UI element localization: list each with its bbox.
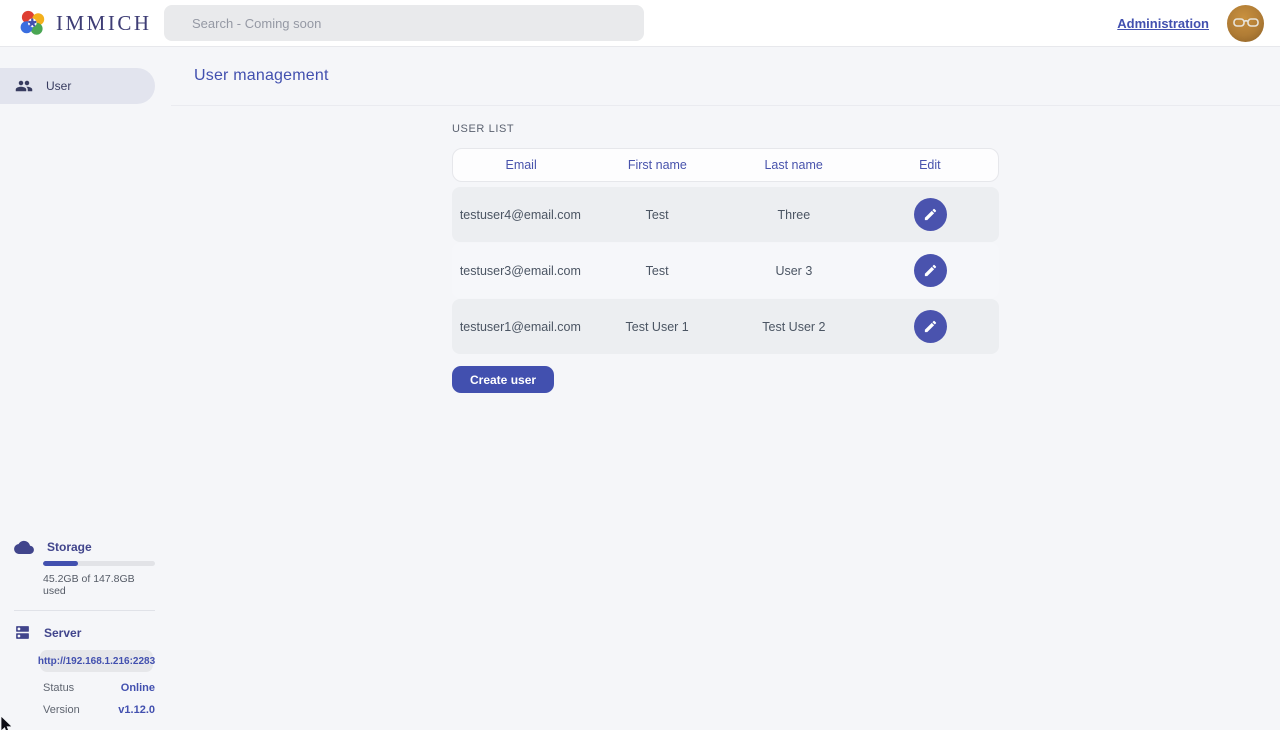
server-section: Server http://192.168.1.216:2283 Status … — [0, 624, 171, 716]
search-input[interactable] — [164, 5, 644, 41]
user-email: testuser1@email.com — [452, 320, 589, 334]
user-first-name: Test User 1 — [589, 320, 726, 334]
user-table-header: Email First name Last name Edit — [452, 148, 999, 182]
storage-title: Storage — [47, 540, 92, 554]
table-row: testuser4@email.com Test Three — [452, 187, 999, 242]
immich-logo[interactable]: IMMICH — [18, 8, 164, 38]
administration-link[interactable]: Administration — [1117, 16, 1209, 31]
user-last-name: Three — [726, 208, 863, 222]
user-email: testuser3@email.com — [452, 264, 589, 278]
user-list-label: USER LIST — [452, 123, 999, 135]
server-url-badge: http://192.168.1.216:2283 — [40, 650, 153, 672]
storage-progress-fill — [43, 561, 78, 566]
brand-name: IMMICH — [56, 11, 152, 36]
users-group-icon — [15, 77, 33, 95]
main-panel: User management USER LIST Email First na… — [171, 47, 1280, 730]
server-status-value: Online — [121, 682, 155, 694]
server-title: Server — [44, 626, 81, 640]
server-version-label: Version — [43, 704, 80, 716]
pencil-icon — [923, 207, 938, 222]
page-title: User management — [194, 67, 329, 85]
edit-user-button[interactable] — [914, 310, 947, 343]
edit-user-button[interactable] — [914, 198, 947, 231]
page-header: User management — [171, 47, 1280, 106]
user-avatar[interactable] — [1227, 5, 1264, 42]
glasses-icon — [1233, 17, 1259, 29]
server-status-label: Status — [43, 682, 74, 694]
cloud-icon — [14, 540, 34, 554]
user-first-name: Test — [589, 264, 726, 278]
edit-user-button[interactable] — [914, 254, 947, 287]
storage-section: Storage 45.2GB of 147.8GB used — [0, 540, 171, 597]
sidebar-divider — [14, 610, 155, 611]
user-last-name: User 3 — [726, 264, 863, 278]
server-version-value: v1.12.0 — [118, 704, 155, 716]
user-first-name: Test — [589, 208, 726, 222]
column-first-name: First name — [589, 158, 725, 172]
top-bar: IMMICH Administration — [0, 0, 1280, 47]
user-email: testuser4@email.com — [452, 208, 589, 222]
user-last-name: Test User 2 — [726, 320, 863, 334]
sidebar-item-user[interactable]: User — [0, 68, 155, 104]
storage-usage-text: 45.2GB of 147.8GB used — [43, 573, 155, 597]
admin-sidebar: User Storage 45.2GB of 147.8GB used — [0, 47, 171, 730]
table-row: testuser1@email.com Test User 1 Test Use… — [452, 299, 999, 354]
table-row: testuser3@email.com Test User 3 — [452, 243, 999, 298]
storage-progress-bar — [43, 561, 155, 566]
sidebar-item-user-label: User — [46, 79, 71, 93]
column-last-name: Last name — [726, 158, 862, 172]
column-edit: Edit — [862, 158, 998, 172]
column-email: Email — [453, 158, 589, 172]
server-icon — [14, 624, 31, 641]
pencil-icon — [923, 263, 938, 278]
immich-flower-icon — [18, 8, 48, 38]
create-user-button[interactable]: Create user — [452, 366, 554, 393]
pencil-icon — [923, 319, 938, 334]
